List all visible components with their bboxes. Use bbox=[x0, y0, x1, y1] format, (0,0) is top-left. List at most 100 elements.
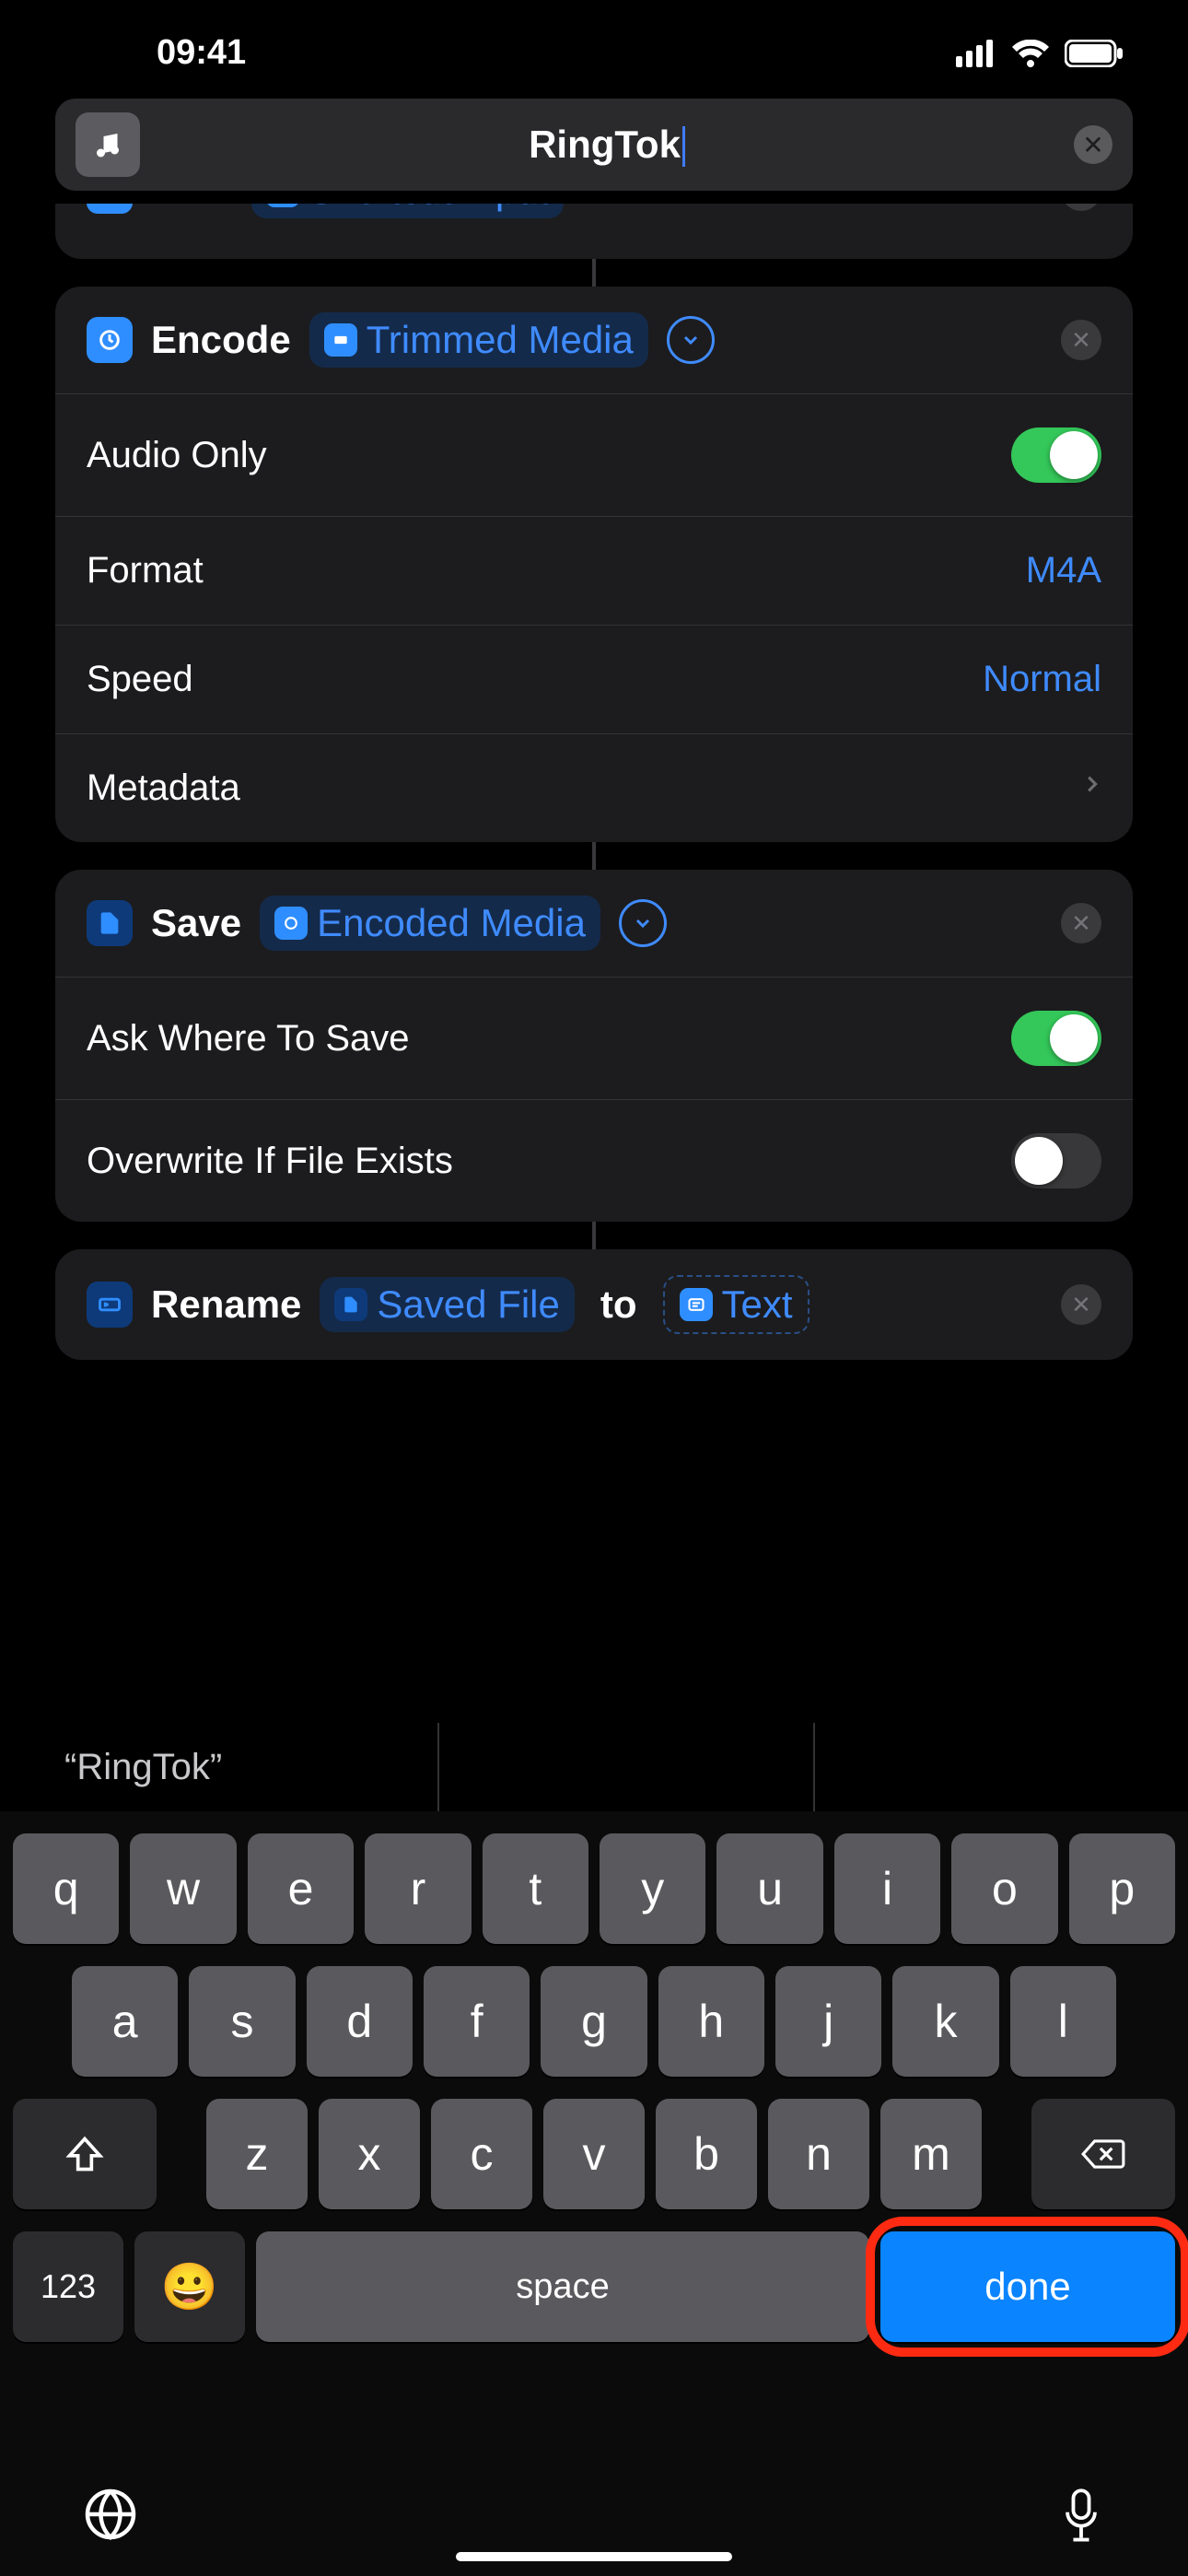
key-emoji[interactable]: 😀 bbox=[134, 2231, 245, 2342]
ask-where-label: Ask Where To Save bbox=[87, 1018, 410, 1060]
rename-remove-button[interactable]: ✕ bbox=[1061, 1284, 1101, 1325]
key-i[interactable]: i bbox=[834, 1833, 940, 1944]
key-z[interactable]: z bbox=[206, 2099, 308, 2209]
audio-only-toggle[interactable] bbox=[1011, 427, 1101, 483]
text-variable-icon bbox=[680, 1288, 713, 1321]
encode-format-row[interactable]: Format M4A bbox=[55, 516, 1133, 625]
save-variable-token[interactable]: Encoded Media bbox=[260, 896, 600, 951]
key-space[interactable]: space bbox=[256, 2231, 869, 2342]
cellular-icon bbox=[956, 40, 996, 67]
save-collapse-toggle[interactable] bbox=[619, 899, 667, 947]
trim-app-icon bbox=[87, 204, 133, 214]
mic-icon bbox=[1057, 2487, 1105, 2546]
save-overwrite-row[interactable]: Overwrite If File Exists bbox=[55, 1099, 1133, 1222]
trimmed-media-icon bbox=[324, 323, 357, 357]
globe-icon bbox=[83, 2487, 138, 2542]
key-o[interactable]: o bbox=[951, 1833, 1057, 1944]
key-done[interactable]: done bbox=[880, 2231, 1175, 2342]
key-k[interactable]: k bbox=[892, 1966, 998, 2077]
encoded-media-icon bbox=[274, 907, 308, 940]
key-a[interactable]: a bbox=[72, 1966, 178, 2077]
key-d[interactable]: d bbox=[307, 1966, 413, 2077]
key-q[interactable]: q bbox=[13, 1833, 119, 1944]
metadata-label: Metadata bbox=[87, 767, 240, 809]
trim-variable-token[interactable]: Shortcut Input bbox=[251, 204, 565, 218]
key-v[interactable]: v bbox=[543, 2099, 645, 2209]
action-card-rename[interactable]: Rename Saved File to Text ✕ bbox=[55, 1249, 1133, 1360]
key-m[interactable]: m bbox=[880, 2099, 982, 2209]
key-b[interactable]: b bbox=[656, 2099, 757, 2209]
action-card-encode[interactable]: Encode Trimmed Media ✕ Audio Only Format… bbox=[55, 287, 1133, 842]
status-time: 09:41 bbox=[157, 33, 246, 73]
dictation-button[interactable] bbox=[1057, 2487, 1105, 2550]
backspace-icon bbox=[1080, 2136, 1126, 2172]
key-n[interactable]: n bbox=[768, 2099, 869, 2209]
shortcut-icon[interactable] bbox=[76, 112, 140, 177]
wifi-icon bbox=[1011, 40, 1050, 67]
trim-action-label: Trim bbox=[151, 204, 233, 213]
keyboard[interactable]: q w e r t y u i o p a s d f g h j k l z … bbox=[0, 1811, 1188, 2576]
encode-collapse-toggle[interactable] bbox=[667, 316, 715, 364]
key-h[interactable]: h bbox=[658, 1966, 764, 2077]
clear-title-button[interactable]: ✕ bbox=[1074, 125, 1112, 164]
rename-action-label: Rename bbox=[151, 1282, 301, 1327]
shift-icon bbox=[64, 2134, 105, 2174]
overwrite-toggle[interactable] bbox=[1011, 1133, 1101, 1188]
key-u[interactable]: u bbox=[716, 1833, 822, 1944]
status-bar: 09:41 bbox=[0, 0, 1188, 91]
action-card-trim[interactable]: Trim Shortcut Input ✕ bbox=[55, 204, 1133, 259]
save-action-label: Save bbox=[151, 901, 241, 945]
rename-app-icon bbox=[87, 1282, 133, 1328]
key-t[interactable]: t bbox=[483, 1833, 588, 1944]
encode-app-icon bbox=[87, 317, 133, 363]
format-label: Format bbox=[87, 550, 204, 591]
audio-only-label: Audio Only bbox=[87, 435, 267, 476]
ask-where-toggle[interactable] bbox=[1011, 1011, 1101, 1066]
key-f[interactable]: f bbox=[424, 1966, 530, 2077]
key-shift[interactable] bbox=[13, 2099, 157, 2209]
rename-variable-token[interactable]: Saved File bbox=[320, 1277, 574, 1332]
key-w[interactable]: w bbox=[130, 1833, 236, 1944]
speed-value[interactable]: Normal bbox=[983, 659, 1101, 700]
suggestion-1[interactable]: “RingTok” bbox=[0, 1723, 439, 1811]
shortcut-title-text[interactable]: RingTok bbox=[140, 123, 1074, 168]
save-ask-where-row[interactable]: Ask Where To Save bbox=[55, 977, 1133, 1099]
encode-audio-only-row[interactable]: Audio Only bbox=[55, 393, 1133, 516]
shortcut-title-field[interactable]: RingTok ✕ bbox=[55, 99, 1133, 191]
suggestion-2[interactable] bbox=[439, 1723, 814, 1811]
key-c[interactable]: c bbox=[431, 2099, 532, 2209]
trim-remove-button[interactable]: ✕ bbox=[1061, 204, 1101, 211]
battery-icon bbox=[1065, 40, 1124, 67]
suggestion-3[interactable] bbox=[815, 1723, 1188, 1811]
key-g[interactable]: g bbox=[541, 1966, 646, 2077]
globe-button[interactable] bbox=[83, 2487, 138, 2550]
saved-file-icon bbox=[334, 1288, 367, 1321]
key-l[interactable]: l bbox=[1010, 1966, 1116, 2077]
key-s[interactable]: s bbox=[189, 1966, 295, 2077]
keyboard-suggestion-bar[interactable]: “RingTok” bbox=[0, 1723, 1188, 1811]
save-remove-button[interactable]: ✕ bbox=[1061, 903, 1101, 943]
key-e[interactable]: e bbox=[248, 1833, 354, 1944]
format-value[interactable]: M4A bbox=[1026, 550, 1101, 591]
encode-remove-button[interactable]: ✕ bbox=[1061, 320, 1101, 360]
key-p[interactable]: p bbox=[1069, 1833, 1175, 1944]
encode-speed-row[interactable]: Speed Normal bbox=[55, 625, 1133, 733]
key-backspace[interactable] bbox=[1031, 2099, 1175, 2209]
encode-metadata-row[interactable]: Metadata bbox=[55, 733, 1133, 842]
actions-list: Trim Shortcut Input ✕ Encode Trimmed Me bbox=[0, 204, 1188, 1360]
action-card-save[interactable]: Save Encoded Media ✕ Ask Where To Save O… bbox=[55, 870, 1133, 1222]
key-j[interactable]: j bbox=[775, 1966, 881, 2077]
overwrite-label: Overwrite If File Exists bbox=[87, 1141, 453, 1182]
key-y[interactable]: y bbox=[600, 1833, 705, 1944]
encode-variable-token[interactable]: Trimmed Media bbox=[309, 312, 648, 368]
connector bbox=[592, 1222, 596, 1249]
speed-label: Speed bbox=[87, 659, 193, 700]
key-r[interactable]: r bbox=[365, 1833, 471, 1944]
home-indicator[interactable] bbox=[456, 2552, 732, 2561]
key-numbers[interactable]: 123 bbox=[13, 2231, 123, 2342]
key-x[interactable]: x bbox=[319, 2099, 420, 2209]
connector bbox=[592, 259, 596, 287]
rename-text-token[interactable]: Text bbox=[663, 1275, 809, 1334]
rename-to-word: to bbox=[600, 1282, 637, 1327]
shortcut-input-icon bbox=[266, 204, 299, 207]
